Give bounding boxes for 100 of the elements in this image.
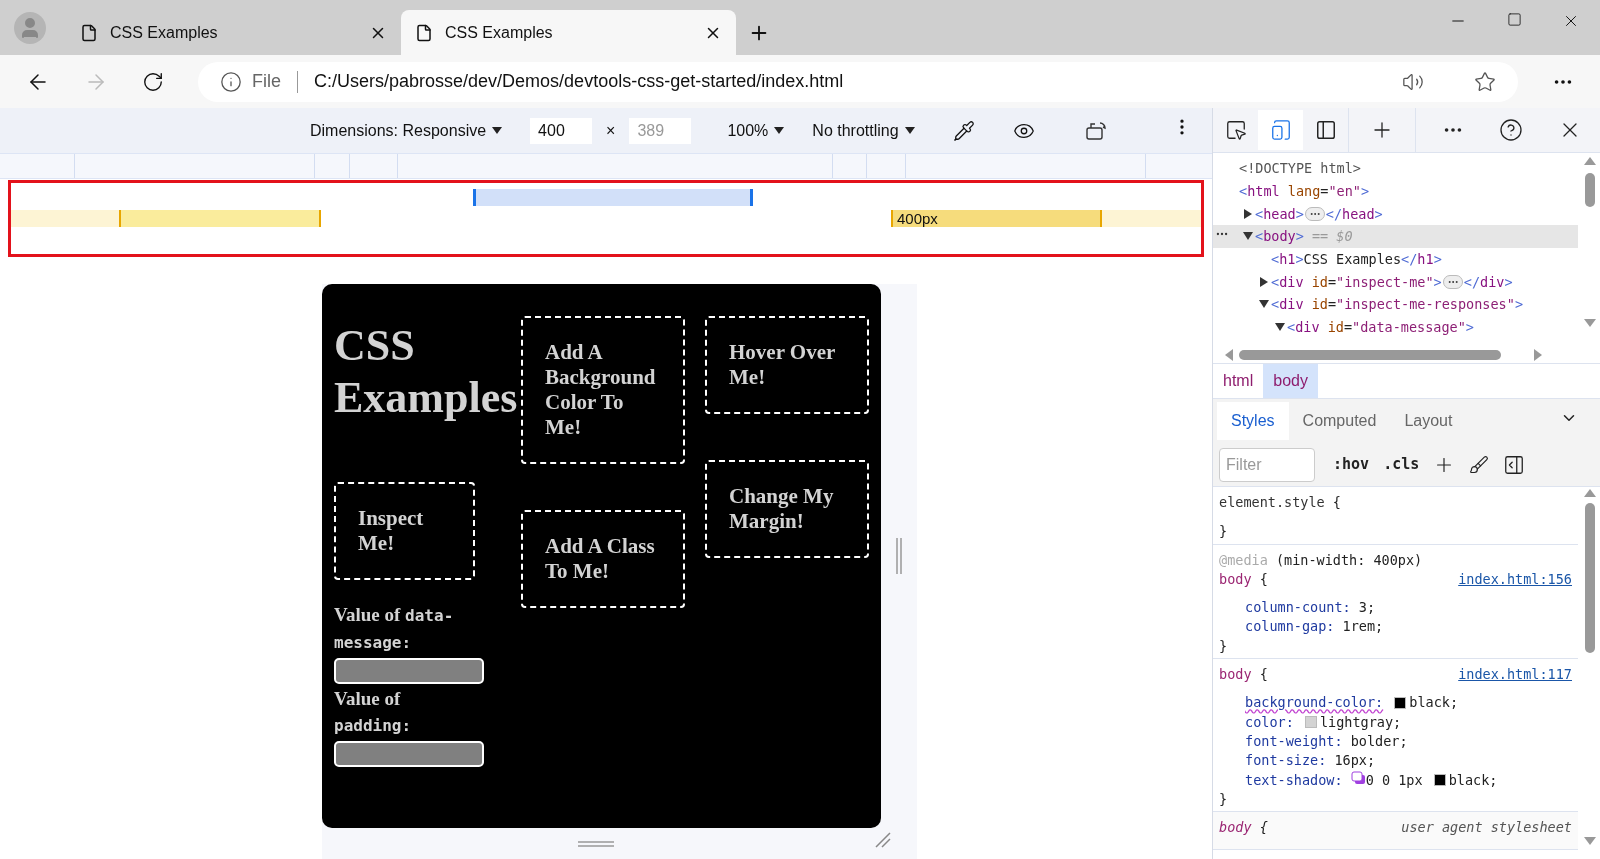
panel-tab[interactable]: Styles xyxy=(1217,402,1289,440)
markup-text: head xyxy=(1263,204,1296,224)
tab-title: CSS Examples xyxy=(110,22,219,43)
address-bar[interactable]: File C:/Users/pabrosse/dev/Demos/devtools-css-get-started/index.html xyxy=(198,61,1518,102)
markup-text: div xyxy=(1295,318,1320,338)
markup-text: < xyxy=(1271,272,1280,292)
selector-text: element.style { xyxy=(1219,493,1341,512)
class-toggle[interactable]: .cls xyxy=(1383,453,1420,476)
media-query-bar[interactable]: 400px xyxy=(891,210,1201,227)
throttling-dropdown[interactable]: No throttling xyxy=(812,118,915,143)
zoom-dropdown[interactable]: 100% xyxy=(727,118,785,143)
dashed-card[interactable]: Change My Margin! xyxy=(705,460,869,558)
dom-node[interactable]: <!DOCTYPE html> xyxy=(1213,157,1578,180)
markup-text: = xyxy=(1327,272,1337,292)
markup-text: id xyxy=(1310,295,1328,315)
panel-tab[interactable]: Computed xyxy=(1288,402,1391,440)
markup-text: id xyxy=(1310,272,1328,292)
selector-text: body { xyxy=(1219,818,1268,838)
markup-text: > xyxy=(1514,295,1523,315)
markup-text: == $0 xyxy=(1310,227,1353,247)
markup-text: = xyxy=(1327,295,1337,315)
tab-title: CSS Examples xyxy=(445,22,554,43)
markup-text: > xyxy=(1360,181,1370,201)
markup-text: < xyxy=(1255,204,1264,224)
markup-text: div xyxy=(1279,295,1304,315)
markup-text: > xyxy=(1295,227,1304,247)
markup-text: < xyxy=(1287,318,1296,338)
dom-node[interactable]: <h1>CSS Examples</h1> xyxy=(1213,247,1578,271)
breadcrumb[interactable]: body xyxy=(1263,364,1318,398)
markup-text: lang xyxy=(1286,181,1321,201)
markup-text: h1 xyxy=(1417,249,1434,269)
closing-brace: } xyxy=(1219,789,1229,809)
dashed-card[interactable]: Hover Over Me! xyxy=(705,316,869,414)
markup-text: > xyxy=(1433,272,1442,292)
markup-text: div xyxy=(1480,272,1505,292)
markup-text: > xyxy=(1295,249,1304,269)
width-field[interactable]: 400 xyxy=(530,117,593,144)
dashed-card[interactable]: Add A Class To Me! xyxy=(521,510,685,608)
browser-tab[interactable]: CSS Examples xyxy=(66,10,401,55)
css-declaration[interactable]: color: lightgray; xyxy=(1245,712,1572,732)
markup-text: "data-message" xyxy=(1352,318,1466,338)
markup-text: html xyxy=(1247,181,1280,201)
closing-brace: } xyxy=(1219,636,1229,656)
dom-node[interactable]: <div id="data-message"> xyxy=(1213,315,1578,339)
dom-node[interactable]: <html lang="en"> xyxy=(1213,179,1578,203)
css-declaration[interactable]: column-count: 3; xyxy=(1245,598,1572,618)
markup-text: < xyxy=(1271,295,1280,315)
field-label: Value of padding: xyxy=(334,687,413,737)
browser-tab[interactable]: CSS Examples xyxy=(401,10,736,55)
markup-text: = xyxy=(1320,181,1329,201)
panel-tab[interactable]: Layout xyxy=(1390,402,1467,440)
css-declaration[interactable]: text-shadow: 0 0 1px black; xyxy=(1245,770,1572,790)
markup-text: </ xyxy=(1463,272,1480,292)
markup-text: head xyxy=(1342,204,1375,224)
dashed-card[interactable]: Inspect Me! xyxy=(334,482,475,580)
markup-text: "inspect-me-responses" xyxy=(1336,295,1515,315)
closing-brace: } xyxy=(1219,522,1229,542)
markup-text: > xyxy=(1295,204,1304,224)
markup-text: <!DOCTYPE html> xyxy=(1239,159,1361,179)
breakpoint-label: 400px xyxy=(891,210,1102,227)
filter-field[interactable]: Filter xyxy=(1219,447,1315,482)
dom-node[interactable]: <head> </head> xyxy=(1213,202,1578,226)
markup-text: div xyxy=(1279,272,1304,292)
markup-text: < xyxy=(1239,181,1248,201)
source-link[interactable]: index.html:117 xyxy=(1458,665,1572,685)
css-declaration[interactable]: font-weight: bolder; xyxy=(1245,731,1572,752)
markup-text: "inspect-me" xyxy=(1336,272,1434,292)
markup-text: > xyxy=(1433,249,1442,269)
markup-text: </ xyxy=(1401,249,1418,269)
markup-text: = xyxy=(1343,318,1353,338)
scheme-label: File xyxy=(252,70,281,93)
markup-text: </ xyxy=(1325,204,1343,224)
markup-text: body xyxy=(1263,227,1296,247)
source-text: user agent stylesheet xyxy=(1401,818,1572,838)
css-declaration[interactable]: background-color: black; xyxy=(1245,693,1572,713)
times-sign: × xyxy=(605,120,617,141)
markup-text: < xyxy=(1271,249,1280,269)
source-link[interactable]: index.html:156 xyxy=(1458,569,1572,590)
markup-text: h1 xyxy=(1279,249,1296,269)
media-query-text: @media (min-width: 400px) xyxy=(1219,550,1424,570)
dimensions-dropdown[interactable]: Dimensions: Responsive xyxy=(310,118,503,143)
dashed-card[interactable]: Add A Background Color To Me! xyxy=(521,316,685,464)
dom-node[interactable]: <body> == $0 xyxy=(1213,225,1578,248)
markup-text: CSS Examples xyxy=(1303,249,1402,269)
markup-text: id xyxy=(1326,318,1344,338)
selector-text: body { xyxy=(1219,569,1268,589)
dom-node[interactable]: <div id="inspect-me-responses"> xyxy=(1213,293,1578,316)
markup-text: > xyxy=(1374,204,1383,224)
url-text: C:/Users/pabrosse/dev/Demos/devtools-css-get-started/index.html xyxy=(314,70,845,93)
page-heading: CSS Examples xyxy=(334,320,519,424)
hover-state-toggle[interactable]: :hov xyxy=(1333,453,1370,476)
field-label: Value of data-message: xyxy=(334,603,455,654)
markup-text: > xyxy=(1465,318,1474,338)
css-declaration[interactable]: column-gap: 1rem; xyxy=(1245,617,1572,637)
markup-text: < xyxy=(1255,227,1264,247)
css-declaration[interactable]: font-size: 16px; xyxy=(1245,751,1572,771)
markup-text: > xyxy=(1504,272,1513,292)
dom-node[interactable]: <div id="inspect-me"> </div> xyxy=(1213,270,1578,294)
markup-text: "en" xyxy=(1328,181,1361,201)
breadcrumb[interactable]: html xyxy=(1213,364,1264,398)
